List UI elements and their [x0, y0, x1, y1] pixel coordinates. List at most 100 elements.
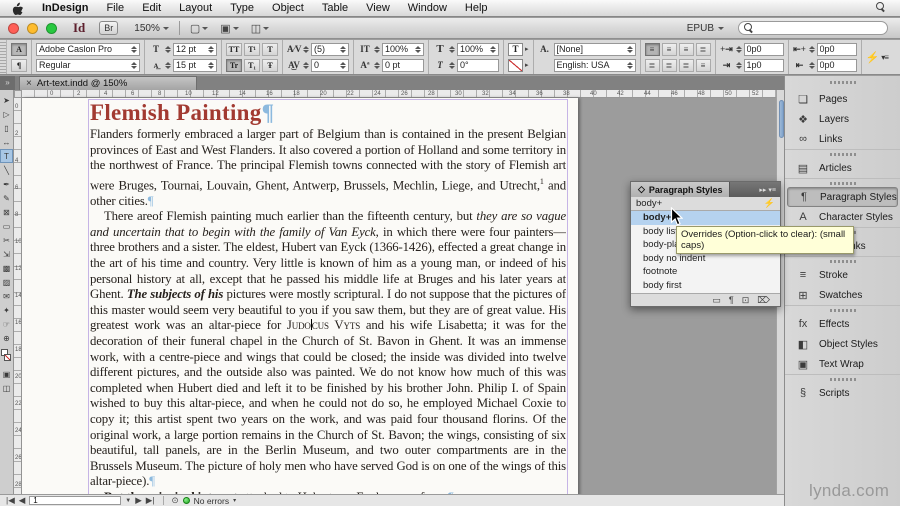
- stroke-color-swatch[interactable]: [508, 58, 523, 72]
- hand-tool[interactable]: ☞: [0, 317, 13, 331]
- dock-item-effects[interactable]: fx Effects: [787, 314, 898, 334]
- text-frame-content[interactable]: Flemish Painting¶ Flanders formerly embr…: [90, 100, 566, 506]
- vertical-ruler[interactable]: 024681012141618202224262830: [14, 98, 22, 506]
- align-left-button[interactable]: ≡: [644, 42, 660, 56]
- justify-last-right-button[interactable]: ≣: [661, 58, 677, 72]
- rectangle-tool[interactable]: ▭: [0, 219, 13, 233]
- right-indent-stepper[interactable]: [808, 45, 815, 53]
- first-page-button[interactable]: |◀: [6, 495, 15, 506]
- pen-tool[interactable]: ✒: [0, 177, 13, 191]
- menu-indesign[interactable]: InDesign: [33, 2, 97, 14]
- last-page-button[interactable]: ▶|: [146, 495, 155, 506]
- document-tab[interactable]: × Art-text.indd @ 150%: [19, 76, 197, 90]
- zoom-level-select[interactable]: 150%: [134, 23, 169, 34]
- clear-overrides-button[interactable]: ¶: [729, 295, 734, 305]
- collapse-panel-icon[interactable]: ▸▸: [759, 187, 766, 194]
- note-tool[interactable]: ✉: [0, 289, 13, 303]
- zoom-window-button[interactable]: [46, 22, 57, 34]
- align-away-spine-button[interactable]: ≡: [695, 58, 711, 72]
- style-group-button[interactable]: ▭: [712, 295, 721, 306]
- kerning-field[interactable]: (5): [311, 42, 349, 56]
- dock-item-layers[interactable]: ❖ Layers: [787, 109, 898, 129]
- vertical-scale-stepper[interactable]: [374, 45, 380, 53]
- justify-last-center-button[interactable]: ≣: [644, 58, 660, 72]
- pencil-tool[interactable]: ✎: [0, 191, 13, 205]
- close-tab-icon[interactable]: ×: [26, 78, 32, 89]
- dock-item-object-styles[interactable]: ◧ Object Styles: [787, 334, 898, 354]
- menu-window[interactable]: Window: [399, 2, 456, 14]
- quick-apply-icon[interactable]: ⚡: [764, 198, 775, 209]
- dock-item-articles[interactable]: ▤ Articles: [787, 158, 898, 178]
- align-right-button[interactable]: ≡: [678, 42, 694, 56]
- menu-layout[interactable]: Layout: [170, 2, 221, 14]
- character-style-field[interactable]: [None]: [553, 42, 636, 56]
- dock-item-swatches[interactable]: ⊞ Swatches: [787, 285, 898, 305]
- character-formatting-button[interactable]: A: [11, 42, 27, 56]
- menu-view[interactable]: View: [357, 2, 399, 14]
- underline-button[interactable]: T: [262, 42, 278, 56]
- screen-mode-button[interactable]: ▣: [220, 22, 239, 35]
- dock-item-character-styles[interactable]: A Character Styles: [787, 207, 898, 227]
- arrange-documents-button[interactable]: ◫: [251, 22, 270, 35]
- skew-field[interactable]: 0°: [457, 58, 499, 72]
- superscript-button[interactable]: T¹: [244, 42, 260, 56]
- left-indent-stepper[interactable]: [735, 45, 742, 53]
- horizontal-ruler[interactable]: 0 2 4 6 8 10 12 14 16 18 20 22 24 26 28 30 32 34 36 38 40 42 4…: [22, 90, 776, 98]
- dock-item-text-wrap[interactable]: ▣ Text Wrap: [787, 354, 898, 374]
- style-row-body-[interactable]: body+: [631, 211, 780, 225]
- right-indent-field[interactable]: 0p0: [816, 42, 857, 56]
- small-caps-button[interactable]: Tr: [226, 58, 242, 72]
- next-page-button[interactable]: ▶: [135, 495, 142, 506]
- language-field[interactable]: English: USA: [553, 58, 636, 72]
- left-indent-field[interactable]: 0p0: [743, 42, 784, 56]
- page-list-dropdown[interactable]: ▼: [125, 498, 131, 504]
- type-tool[interactable]: T: [0, 149, 13, 163]
- first-line-indent-stepper[interactable]: [735, 61, 742, 69]
- zoom-tool[interactable]: ⊕: [0, 331, 13, 345]
- preflight-menu-caret[interactable]: ▾: [233, 497, 236, 504]
- workspace-switcher[interactable]: EPUB: [687, 23, 724, 34]
- search-input[interactable]: [738, 21, 888, 35]
- font-size-stepper[interactable]: [165, 45, 171, 53]
- quick-apply-icon[interactable]: ⚡: [866, 51, 880, 64]
- subscript-button[interactable]: T₁: [244, 58, 260, 72]
- dock-drag-handle[interactable]: [785, 76, 900, 89]
- horizontal-scale-stepper[interactable]: [449, 45, 455, 53]
- selection-tool[interactable]: ➤: [0, 93, 13, 107]
- dock-item-scripts[interactable]: § Scripts: [787, 383, 898, 403]
- stroke-swatch[interactable]: [4, 354, 11, 361]
- line-tool[interactable]: ╲: [0, 163, 13, 177]
- panel-header[interactable]: ◇ Paragraph Styles ▸▸ ▾≡: [631, 182, 780, 197]
- skew-stepper[interactable]: [449, 61, 455, 69]
- close-window-button[interactable]: [8, 22, 19, 34]
- style-row-body-first[interactable]: body first: [631, 279, 780, 293]
- delete-style-button[interactable]: ⌦: [757, 295, 770, 306]
- menu-file[interactable]: File: [97, 2, 133, 14]
- panel-flyout-menu-icon[interactable]: ▾≡: [768, 187, 776, 194]
- eyedropper-tool[interactable]: ✦: [0, 303, 13, 317]
- horizontal-scale-field[interactable]: 100%: [457, 42, 499, 56]
- strikethrough-button[interactable]: Ŧ: [262, 58, 278, 72]
- tracking-field[interactable]: 0: [311, 58, 349, 72]
- screen-mode-tool-button[interactable]: ◫: [0, 381, 13, 395]
- tools-panel-collapse-icon[interactable]: »: [0, 76, 15, 90]
- menu-edit[interactable]: Edit: [133, 2, 170, 14]
- gap-tool[interactable]: ↔: [0, 135, 13, 149]
- last-line-indent-field[interactable]: 0p0: [816, 58, 857, 72]
- justify-last-left-button[interactable]: ≣: [695, 42, 711, 56]
- dock-item-pages[interactable]: ❏ Pages: [787, 89, 898, 109]
- view-options-button[interactable]: ▢: [190, 22, 209, 35]
- justify-all-button[interactable]: ≣: [678, 58, 694, 72]
- rectangle-frame-tool[interactable]: ⊠: [0, 205, 13, 219]
- scrollbar-thumb[interactable]: [778, 100, 784, 138]
- direct-selection-tool[interactable]: ▷: [0, 107, 13, 121]
- font-size-field[interactable]: 12 pt: [173, 42, 217, 56]
- leading-stepper[interactable]: [165, 61, 171, 69]
- dock-item-stroke[interactable]: ≡ Stroke: [787, 265, 898, 285]
- fill-stroke-swatches[interactable]: [1, 349, 12, 363]
- preflight-icon[interactable]: ⊙: [172, 495, 179, 506]
- dock-item-paragraph-styles[interactable]: ¶ Paragraph Styles: [787, 187, 898, 207]
- baseline-shift-field[interactable]: 0 pt: [382, 58, 424, 72]
- align-center-button[interactable]: ≡: [661, 42, 677, 56]
- minimize-window-button[interactable]: [27, 22, 38, 34]
